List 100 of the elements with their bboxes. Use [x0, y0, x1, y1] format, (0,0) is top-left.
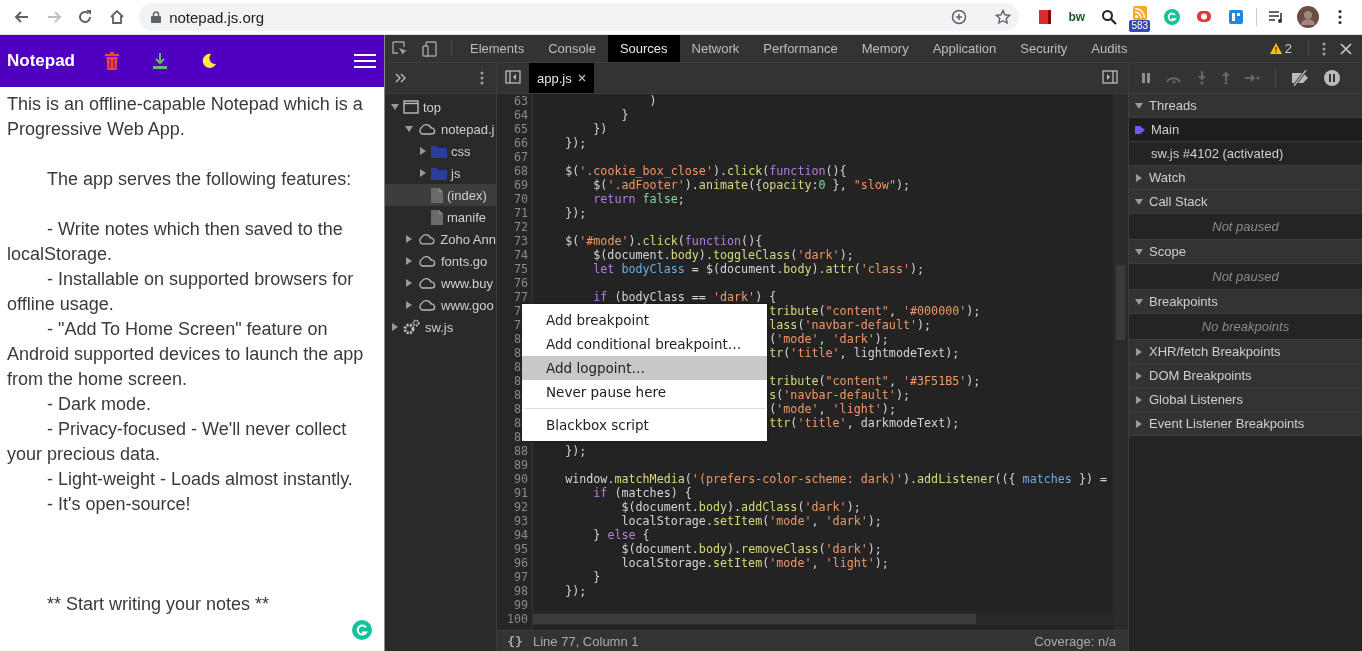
add-circle-icon[interactable]	[951, 9, 968, 25]
tree-item[interactable]: www.goo	[385, 294, 496, 316]
menu-item[interactable]: Add logpoint…	[522, 356, 767, 380]
devtools-tab[interactable]: Memory	[849, 35, 921, 62]
menu-icon[interactable]	[354, 53, 376, 69]
avatar-icon[interactable]	[1297, 6, 1320, 28]
code-line: ttr('title', darkmodeText);	[769, 416, 960, 430]
code-line: } else {	[593, 528, 650, 542]
pause-icon[interactable]	[1141, 73, 1151, 83]
expand-arrow-icon[interactable]	[405, 235, 413, 243]
cloud-icon	[417, 255, 437, 267]
playlist-icon[interactable]	[1268, 9, 1285, 25]
note-text[interactable]: This is an offline-capable Notepad which is a Progressive Web App. The app serves the following features: - Write notes which then saved to the localStorage. - Installable on supported browsers for offline usage. - "Add To Home Screen" feature on Android supported devices to launch the app from the home screen. - Dark mode. - Privacy-focused - We'll never collect your precious data. - Light-weight - Loads almost instantly. - It's open-source! ** Start writing your notes **	[0, 87, 384, 617]
devtools-tab[interactable]: Console	[536, 35, 608, 62]
thread-item[interactable]: Main	[1129, 118, 1362, 142]
close-icon[interactable]	[577, 74, 586, 82]
tree-item[interactable]: manife	[385, 206, 496, 228]
download-icon[interactable]	[153, 53, 167, 69]
file-icon	[431, 187, 443, 203]
tree-item[interactable]: sw.js	[385, 316, 496, 338]
extension-label[interactable]: bw	[1068, 10, 1086, 24]
code-line: window.matchMedia('(prefers-color-scheme: dark)').addListener(({ matches }) =	[565, 472, 1108, 486]
trash-icon[interactable]	[105, 52, 119, 70]
tree-item[interactable]: fonts.go	[385, 250, 496, 272]
section-header[interactable]: Threads	[1129, 94, 1362, 118]
code-line: $('.cookie_box_close').click(function(){	[565, 164, 847, 178]
deactivate-breakpoints-icon[interactable]	[1290, 70, 1310, 86]
section-header[interactable]: Breakpoints	[1129, 290, 1362, 314]
code-line: lass('navbar-default');	[769, 318, 932, 332]
code-line: s('navbar-default');	[769, 388, 910, 402]
reload-icon[interactable]	[77, 9, 94, 25]
menu-item[interactable]: Blackbox script	[522, 413, 767, 437]
expand-arrow-icon[interactable]	[405, 257, 413, 265]
tree-item[interactable]: css	[385, 140, 496, 162]
code-line: )	[649, 94, 657, 108]
line-number: 92	[513, 500, 528, 514]
expand-arrow-icon[interactable]	[419, 169, 427, 177]
expand-arrow-icon[interactable]	[391, 323, 399, 331]
more-tabs-icon[interactable]	[395, 73, 407, 83]
tree-item[interactable]: notepad.j	[385, 118, 496, 140]
tree-item[interactable]: Zoho Ann	[385, 228, 496, 250]
back-icon[interactable]	[13, 9, 30, 25]
code-line: localStorage.setItem('mode', 'light');	[621, 556, 889, 570]
tree-item[interactable]: (index)	[385, 184, 496, 206]
section-header[interactable]: Watch	[1129, 166, 1362, 190]
search-icon[interactable]	[1100, 9, 1117, 25]
sidebar-toggle-icon[interactable]	[505, 69, 521, 84]
expand-arrow-icon[interactable]	[405, 301, 413, 309]
grid-icon[interactable]	[1227, 9, 1244, 25]
devtools-tab[interactable]: Audits	[1079, 35, 1140, 62]
devtools-tab[interactable]: Security	[1008, 35, 1080, 62]
line-number: 8	[513, 360, 521, 374]
book-icon[interactable]	[1037, 9, 1053, 25]
code-line: ('mode', 'dark');	[769, 332, 889, 346]
devtools-tab[interactable]: Elements	[458, 35, 537, 62]
warning-count[interactable]: 2	[1284, 41, 1292, 56]
devtools-tab[interactable]: Application	[920, 35, 1009, 62]
moon-icon[interactable]	[201, 53, 217, 69]
section-header[interactable]: DOM Breakpoints	[1129, 364, 1362, 388]
line-number: 71	[513, 206, 528, 220]
file-tab[interactable]: app.js	[529, 63, 594, 93]
line-number: 69	[513, 178, 528, 192]
code-line: ('mode', 'light');	[769, 402, 896, 416]
devtools-tab[interactable]: Sources	[607, 35, 680, 62]
line-number: 64	[513, 108, 528, 122]
expand-arrow-icon[interactable]	[405, 279, 413, 287]
sidebar-toggle-icon[interactable]	[1102, 69, 1118, 84]
section-header[interactable]: Event Listener Breakpoints	[1129, 412, 1362, 436]
tree-item[interactable]: js	[385, 162, 496, 184]
expand-arrow-icon[interactable]	[419, 147, 427, 155]
section-header[interactable]: XHR/fetch Breakpoints	[1129, 340, 1362, 364]
window-icon	[403, 100, 419, 114]
tree-item[interactable]: top	[385, 96, 496, 118]
address-bar[interactable]: notepad.js.org	[139, 3, 1020, 31]
tree-item[interactable]: www.buy	[385, 272, 496, 294]
pause-exceptions-icon[interactable]	[1324, 70, 1340, 86]
scrollbar[interactable]	[1113, 94, 1128, 630]
collapse-arrow-icon[interactable]	[391, 103, 399, 111]
format-button[interactable]: {}	[497, 633, 533, 649]
line-number: 8	[513, 416, 521, 430]
home-icon[interactable]	[109, 9, 126, 25]
section-header[interactable]: Scope	[1129, 240, 1362, 264]
collapse-arrow-icon[interactable]	[405, 125, 413, 133]
more-icon[interactable]	[1338, 9, 1343, 25]
inspect-icon[interactable]	[392, 40, 408, 57]
section-header[interactable]: Call Stack	[1129, 190, 1362, 214]
device-icon[interactable]	[422, 40, 438, 57]
star-icon[interactable]	[995, 9, 1012, 25]
line-number: 90	[513, 472, 528, 486]
scrollbar[interactable]	[533, 612, 1113, 626]
devtools-tab[interactable]: Performance	[751, 35, 850, 62]
menu-item[interactable]: Add conditional breakpoint…	[522, 332, 767, 356]
menu-item[interactable]: Add breakpoint	[522, 308, 767, 332]
grammar-check-icon[interactable]	[352, 620, 372, 640]
line-number: 76	[513, 276, 528, 290]
menu-item[interactable]: Never pause here	[522, 380, 767, 404]
code-line: tribute("content", '#3F51B5');	[769, 374, 981, 388]
section-header[interactable]: Global Listeners	[1129, 388, 1362, 412]
devtools-tab[interactable]: Network	[679, 35, 752, 62]
close-icon[interactable]	[1340, 42, 1352, 55]
